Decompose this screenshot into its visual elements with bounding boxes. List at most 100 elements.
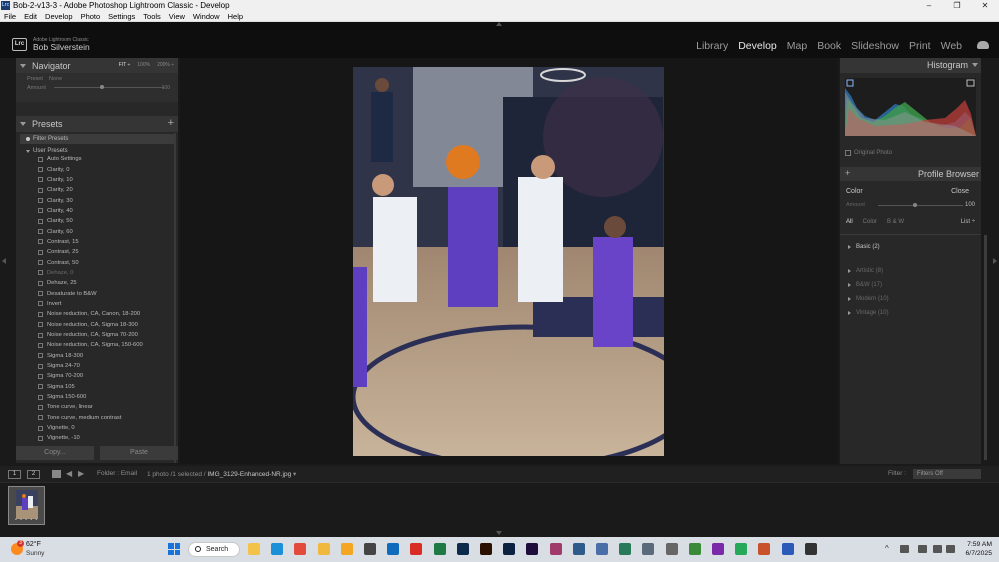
preset-item[interactable]: Noise reduction, CA, Sigma, 150-600 bbox=[16, 340, 178, 350]
filter-dropdown[interactable]: Filters Off bbox=[913, 469, 981, 479]
preset-item[interactable]: Contrast, 50 bbox=[16, 257, 178, 267]
preset-item[interactable]: Clarity, 60 bbox=[16, 226, 178, 236]
onenote-icon[interactable] bbox=[712, 543, 724, 555]
menu-tools[interactable]: Tools bbox=[139, 12, 165, 21]
zoom-100[interactable]: 100% bbox=[137, 62, 150, 68]
secondary-window-button[interactable]: 2 bbox=[27, 470, 40, 479]
filter-presets-input[interactable]: Filter Presets bbox=[20, 134, 174, 144]
preset-item[interactable]: Clarity, 10 bbox=[16, 175, 178, 185]
volume-icon[interactable] bbox=[946, 545, 955, 553]
amount-slider-knob[interactable] bbox=[100, 85, 104, 89]
tab-all[interactable]: All bbox=[846, 219, 853, 225]
weather-condition[interactable]: Sunny bbox=[26, 550, 44, 557]
temperature[interactable]: 62°F bbox=[26, 541, 41, 548]
dvd-app-icon[interactable] bbox=[619, 543, 632, 555]
filename[interactable]: IMG_3129-Enhanced-NR.jpg bbox=[207, 471, 291, 478]
menu-file[interactable]: File bbox=[0, 12, 20, 21]
tray-app-icon[interactable] bbox=[900, 545, 909, 553]
main-photo[interactable] bbox=[353, 67, 664, 456]
folder-icon[interactable] bbox=[317, 543, 330, 555]
windows-start-icon[interactable] bbox=[168, 543, 180, 555]
copy-settings-button[interactable]: Copy... bbox=[16, 446, 94, 460]
filmstrip-thumbnail[interactable]: • • • • • bbox=[8, 486, 45, 525]
profile-view-dropdown[interactable]: List ÷ bbox=[961, 219, 975, 225]
preset-item[interactable]: Clarity, 40 bbox=[16, 206, 178, 216]
chrome-icon[interactable] bbox=[294, 543, 307, 555]
word-icon[interactable] bbox=[781, 543, 794, 555]
right-panel-scrollbar[interactable] bbox=[984, 235, 987, 460]
amount-slider[interactable] bbox=[54, 87, 164, 88]
left-panel-scrollbar[interactable] bbox=[174, 133, 176, 463]
source-folder[interactable]: Folder : Email bbox=[97, 470, 137, 477]
photoshop-icon[interactable] bbox=[503, 543, 516, 555]
close-button[interactable]: ✕ bbox=[971, 0, 999, 11]
profile-amount-slider-knob[interactable] bbox=[913, 203, 917, 207]
presets-header[interactable]: Presets + bbox=[16, 116, 178, 132]
histogram[interactable] bbox=[845, 78, 976, 136]
preset-group-user[interactable]: User Presets bbox=[16, 144, 178, 154]
menu-edit[interactable]: Edit bbox=[20, 12, 41, 21]
menu-photo[interactable]: Photo bbox=[77, 12, 105, 21]
module-develop[interactable]: Develop bbox=[738, 40, 777, 52]
excel-icon[interactable] bbox=[433, 543, 446, 555]
profile-category-basic[interactable]: Basic (2) bbox=[848, 244, 880, 250]
preset-item[interactable]: Clarity, 30 bbox=[16, 195, 178, 205]
backup-app-icon[interactable] bbox=[688, 543, 701, 555]
menu-settings[interactable]: Settings bbox=[104, 12, 139, 21]
outlook-icon[interactable] bbox=[387, 543, 400, 555]
paste-settings-button[interactable]: Paste bbox=[100, 446, 178, 460]
whatsapp-icon[interactable] bbox=[735, 543, 748, 555]
preset-item[interactable]: Vignette, 0 bbox=[16, 423, 178, 433]
add-profile-button[interactable]: + bbox=[845, 168, 850, 178]
add-preset-button[interactable]: + bbox=[168, 117, 174, 129]
menu-window[interactable]: Window bbox=[189, 12, 224, 21]
terminal-icon[interactable] bbox=[804, 543, 817, 555]
profile-category-modern[interactable]: Modern (10) bbox=[848, 296, 889, 302]
module-book[interactable]: Book bbox=[817, 40, 841, 52]
preset-item[interactable]: Contrast, 25 bbox=[16, 247, 178, 257]
back-arrow-icon[interactable]: ◀ bbox=[66, 469, 72, 478]
edge-icon[interactable] bbox=[271, 543, 284, 555]
preset-item[interactable]: Clarity, 20 bbox=[16, 185, 178, 195]
left-panel-toggle-icon[interactable] bbox=[2, 258, 6, 264]
filename-caret-icon[interactable]: ▾ bbox=[293, 471, 296, 478]
premiere-icon[interactable] bbox=[526, 543, 539, 555]
preset-item[interactable]: Tone curve, linear bbox=[16, 402, 178, 412]
feather-app-icon[interactable] bbox=[596, 543, 608, 555]
powerpoint-icon[interactable] bbox=[758, 543, 771, 555]
module-web[interactable]: Web bbox=[941, 40, 962, 52]
grid-view-icon[interactable] bbox=[52, 470, 61, 478]
preset-item[interactable]: Noise reduction, CA, Sigma 70-200 bbox=[16, 330, 178, 340]
display-icon[interactable] bbox=[918, 545, 927, 553]
profile-category-bw[interactable]: B&W (17) bbox=[848, 282, 882, 288]
preset-item[interactable]: Contrast, 15 bbox=[16, 237, 178, 247]
histogram-header[interactable]: Histogram bbox=[840, 58, 981, 73]
preset-item[interactable]: Sigma 24-70 bbox=[16, 361, 178, 371]
illustrator-icon[interactable] bbox=[480, 543, 492, 555]
printer-icon[interactable] bbox=[665, 543, 678, 555]
file-explorer-icon[interactable] bbox=[248, 543, 260, 555]
bottom-panel-toggle-icon[interactable] bbox=[496, 531, 502, 535]
clock-date[interactable]: 6/7/2025 bbox=[958, 550, 992, 557]
zoom-200[interactable]: 200% ÷ bbox=[157, 62, 174, 68]
minimize-button[interactable]: – bbox=[915, 0, 943, 11]
weather-app-icon[interactable] bbox=[340, 543, 353, 555]
menu-view[interactable]: View bbox=[165, 12, 189, 21]
right-panel-toggle-icon[interactable] bbox=[993, 258, 997, 264]
preset-item[interactable]: Sigma 70-200 bbox=[16, 371, 178, 381]
taskbar-search[interactable]: Search bbox=[188, 542, 240, 557]
maximize-button[interactable]: ❐ bbox=[943, 0, 971, 11]
tab-bw[interactable]: B & W bbox=[887, 219, 904, 225]
profile-category-vintage[interactable]: Vintage (10) bbox=[848, 310, 889, 316]
preset-item[interactable]: Dehaze, 0 bbox=[16, 268, 178, 278]
module-map[interactable]: Map bbox=[787, 40, 807, 52]
photos-app-icon[interactable] bbox=[549, 543, 562, 555]
cloud-sync-icon[interactable] bbox=[977, 41, 989, 49]
profile-amount-slider[interactable] bbox=[878, 205, 963, 206]
media-app-icon[interactable] bbox=[572, 543, 585, 555]
module-library[interactable]: Library bbox=[696, 40, 728, 52]
media-player-icon[interactable] bbox=[364, 543, 376, 555]
module-slideshow[interactable]: Slideshow bbox=[851, 40, 899, 52]
preset-item[interactable]: Auto Settings bbox=[16, 154, 178, 164]
preset-item[interactable]: Desaturate to B&W bbox=[16, 288, 178, 298]
